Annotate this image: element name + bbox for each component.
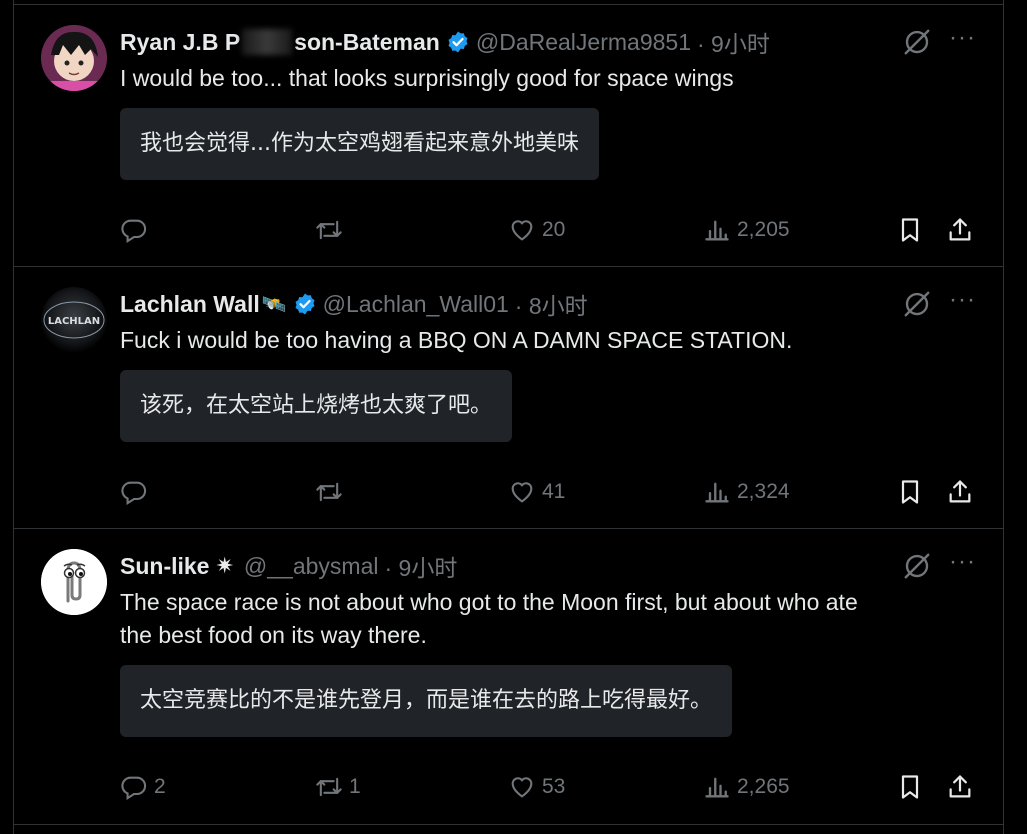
verified-icon (293, 292, 317, 316)
avatar-image: LACHLAN (41, 287, 107, 353)
like-button[interactable]: 53 (508, 770, 565, 804)
like-count: 41 (542, 480, 566, 503)
reply-button[interactable]: 2 (120, 770, 166, 804)
tweet-text: I would be too... that looks surprisingl… (120, 65, 734, 91)
like-icon (508, 773, 536, 801)
retweet-icon (315, 773, 343, 801)
retweet-button[interactable] (315, 213, 349, 247)
like-button[interactable]: 20 (508, 213, 565, 247)
bookmark-icon (896, 478, 924, 506)
translation-box: 我也会觉得...作为太空鸡翅看起来意外地美味 (120, 108, 599, 180)
action-bar: 41 2,324 (14, 475, 1003, 509)
tweet-header: Lachlan Wall 🛰️ @Lachlan_Wall01 · 8小时 (120, 287, 588, 321)
more-icon[interactable]: ··· (949, 26, 975, 57)
bookmark-button[interactable] (896, 213, 924, 247)
timestamp[interactable]: · 8小时 (515, 287, 588, 321)
share-button[interactable] (946, 475, 974, 509)
reply-button[interactable] (120, 475, 154, 509)
sparkle-emoji: ✷ (215, 553, 234, 578)
handle[interactable]: @Lachlan_Wall01 (323, 291, 509, 318)
share-button[interactable] (946, 213, 974, 247)
bookmark-button[interactable] (896, 770, 924, 804)
views-icon (703, 478, 731, 506)
retweet-icon (315, 478, 343, 506)
like-count: 20 (542, 218, 566, 241)
like-icon (508, 478, 536, 506)
share-icon (946, 773, 974, 801)
tweet-text: The space race is not about who got to t… (120, 586, 980, 652)
retweet-icon (315, 216, 343, 244)
action-bar: 20 2,205 (14, 213, 1003, 247)
like-button[interactable]: 41 (508, 475, 565, 509)
more-icon[interactable]: ··· (949, 288, 975, 319)
bookmark-icon (896, 216, 924, 244)
translation-box: 太空竞赛比的不是谁先登月，而是谁在去的路上吃得最好。 (120, 665, 733, 737)
avatar-image (41, 549, 107, 615)
tweet-text-line-2: the best food on its way there. (120, 622, 427, 648)
share-button[interactable] (946, 770, 974, 804)
views-button[interactable]: 2,265 (703, 770, 790, 804)
reply-count: 2 (154, 775, 166, 798)
view-count: 2,324 (737, 480, 790, 503)
display-name[interactable]: Sun-like (120, 553, 209, 580)
display-name[interactable]: Lachlan Wall (120, 291, 260, 318)
bookmark-button[interactable] (896, 475, 924, 509)
avatar[interactable] (41, 549, 107, 615)
reply-icon (120, 216, 148, 244)
retweet-button[interactable]: 1 (315, 770, 361, 804)
verified-icon (446, 30, 470, 54)
translation-box: 该死，在太空站上烧烤也太爽了吧。 (120, 370, 513, 442)
display-name[interactable]: Ryan J.B P (120, 29, 240, 56)
avatar-label: LACHLAN (48, 316, 100, 327)
more-icon[interactable]: ··· (949, 550, 975, 581)
bookmark-icon (896, 773, 924, 801)
views-icon (703, 216, 731, 244)
reply-icon (120, 773, 148, 801)
reply-button[interactable] (120, 213, 154, 247)
timestamp[interactable]: · 9小时 (697, 25, 770, 59)
share-icon (946, 216, 974, 244)
retweet-count: 1 (349, 775, 361, 798)
views-button[interactable]: 2,324 (703, 475, 790, 509)
tweet-header: Sun-like ✷ @__abysmal · 9小时 (120, 549, 457, 583)
tweet-2[interactable]: LACHLAN Lachlan Wall 🛰️ @Lachlan_Wall01 … (14, 267, 1003, 528)
like-count: 53 (542, 775, 566, 798)
handle[interactable]: @DaRealJerma9851 (476, 29, 691, 56)
view-count: 2,265 (737, 775, 790, 798)
name-blur (242, 29, 293, 55)
grok-icon[interactable] (902, 551, 932, 581)
views-button[interactable]: 2,205 (703, 213, 790, 247)
divider (14, 824, 1003, 825)
tweet-3[interactable]: Sun-like ✷ @__abysmal · 9小时 ··· The spac… (14, 529, 1003, 824)
reply-feed: Ryan J.B P son-Bateman @DaRealJerma9851 … (13, 0, 1004, 834)
like-icon (508, 216, 536, 244)
grok-icon[interactable] (902, 289, 932, 319)
tweet-text: Fuck i would be too having a BBQ ON A DA… (120, 327, 793, 353)
display-name-rest[interactable]: son-Bateman (294, 29, 440, 56)
tweet-text-line-1: The space race is not about who got to t… (120, 589, 858, 615)
views-icon (703, 773, 731, 801)
avatar-image (41, 25, 107, 91)
avatar[interactable] (41, 25, 107, 91)
view-count: 2,205 (737, 218, 790, 241)
share-icon (946, 478, 974, 506)
grok-icon[interactable] (902, 27, 932, 57)
tweet-header: Ryan J.B P son-Bateman @DaRealJerma9851 … (120, 25, 770, 59)
avatar[interactable]: LACHLAN (41, 287, 107, 353)
retweet-button[interactable] (315, 475, 349, 509)
satellite-emoji: 🛰️ (261, 293, 287, 316)
reply-icon (120, 478, 148, 506)
action-bar: 2 1 53 2,265 (14, 770, 1003, 804)
tweet-1[interactable]: Ryan J.B P son-Bateman @DaRealJerma9851 … (14, 5, 1003, 266)
timestamp[interactable]: · 9小时 (384, 549, 457, 583)
handle[interactable]: @__abysmal (244, 553, 379, 580)
